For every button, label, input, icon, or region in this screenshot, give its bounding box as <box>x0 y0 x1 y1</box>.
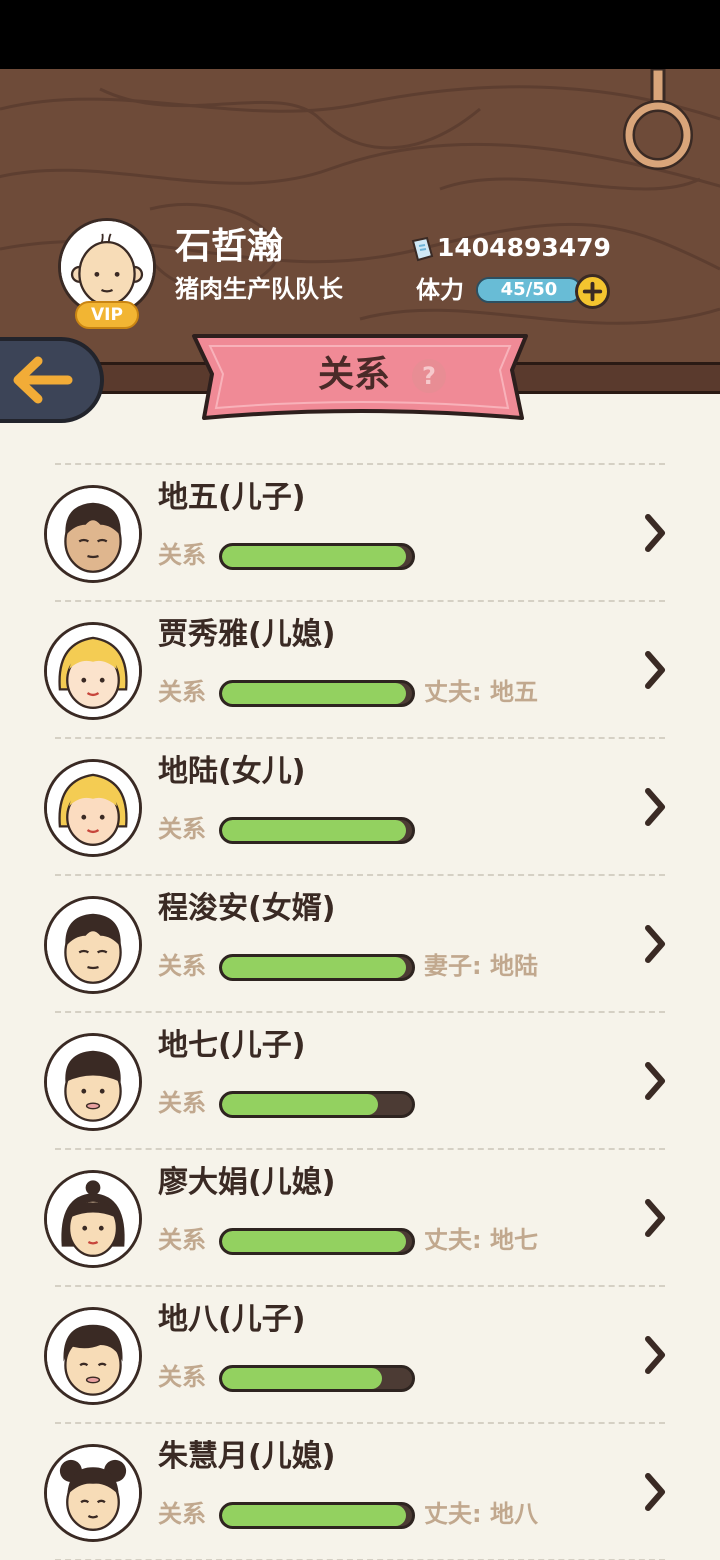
player-id: 1404893479 <box>437 233 611 262</box>
relation-label: 关系 <box>158 1500 206 1528</box>
add-stamina-button[interactable] <box>575 274 610 309</box>
list-item[interactable]: 程浚安(女婿) 关系 妻子: 地陆 <box>0 874 720 1010</box>
list-item[interactable]: 地七(儿子) 关系 <box>0 1011 720 1147</box>
blonde-woman-face-icon <box>47 625 139 717</box>
relation-fill <box>222 1368 382 1389</box>
spouse-label: 丈夫: 地七 <box>424 1226 538 1254</box>
member-avatar <box>44 1444 142 1542</box>
relation-bar <box>219 817 415 844</box>
relation-fill <box>222 1505 407 1526</box>
stamina-value: 45/50 <box>500 279 558 300</box>
relation-fill <box>222 546 407 567</box>
relation-bar <box>219 680 415 707</box>
list-item[interactable]: 地陆(女儿) 关系 <box>0 737 720 873</box>
list-item[interactable]: 地八(儿子) 关系 <box>0 1285 720 1421</box>
hanging-ring-icon <box>623 69 693 170</box>
member-avatar <box>44 1170 142 1268</box>
list-item[interactable]: 朱慧月(儿媳) 关系 丈夫: 地八 <box>0 1422 720 1558</box>
member-name: 地八(儿子) <box>158 1302 306 1337</box>
member-avatar <box>44 1033 142 1131</box>
relation-fill <box>222 683 407 704</box>
member-avatar <box>44 485 142 583</box>
vip-badge[interactable]: VIP <box>75 301 139 329</box>
member-name: 程浚安(女婿) <box>158 891 336 926</box>
relationship-screen: VIP 石哲瀚 猪肉生产队队长 1404893479 体力 45/50 关系 ? <box>0 0 720 1560</box>
ticket-icon <box>411 236 434 262</box>
relation-bar <box>219 543 415 570</box>
list-item[interactable]: 地五(儿子) 关系 <box>0 463 720 599</box>
blonde-girl-face-icon <box>47 762 139 854</box>
stamina-bar: 45/50 <box>476 277 582 303</box>
member-name: 地七(儿子) <box>158 1028 306 1063</box>
relation-fill <box>222 1094 378 1115</box>
member-name: 贾秀雅(儿媳) <box>158 617 336 652</box>
man-face-icon <box>47 1310 139 1402</box>
member-avatar <box>44 896 142 994</box>
status-bar <box>0 0 720 69</box>
relation-label: 关系 <box>158 541 206 569</box>
member-avatar <box>44 759 142 857</box>
relation-fill <box>222 957 407 978</box>
relation-bar <box>219 1228 415 1255</box>
relation-bar <box>219 1091 415 1118</box>
man-face-icon <box>47 1036 139 1128</box>
woman-face-icon <box>47 1447 139 1539</box>
page-title: 关系 <box>318 354 391 395</box>
member-avatar <box>44 1307 142 1405</box>
relation-label: 关系 <box>158 1226 206 1254</box>
chevron-right-icon[interactable] <box>640 1470 670 1514</box>
relation-label: 关系 <box>158 815 206 843</box>
chevron-right-icon[interactable] <box>640 785 670 829</box>
help-icon[interactable]: ? <box>412 359 446 393</box>
chevron-right-icon[interactable] <box>640 648 670 692</box>
chevron-right-icon[interactable] <box>640 922 670 966</box>
chevron-right-icon[interactable] <box>640 511 670 555</box>
list-item[interactable]: 廖大娟(儿媳) 关系 丈夫: 地七 <box>0 1148 720 1284</box>
player-name: 石哲瀚 <box>175 226 284 267</box>
member-avatar <box>44 622 142 720</box>
woman-face-icon <box>47 1173 139 1265</box>
chevron-right-icon[interactable] <box>640 1196 670 1240</box>
bald-baby-face-icon <box>61 221 153 313</box>
back-arrow-icon <box>13 356 73 404</box>
list-item[interactable]: 贾秀雅(儿媳) 关系 丈夫: 地五 <box>0 600 720 736</box>
relation-fill <box>222 820 407 841</box>
member-name: 朱慧月(儿媳) <box>158 1439 336 1474</box>
back-button[interactable] <box>0 337 104 423</box>
member-name: 地五(儿子) <box>158 480 306 515</box>
relation-bar <box>219 1502 415 1529</box>
relation-label: 关系 <box>158 952 206 980</box>
relation-bar <box>219 954 415 981</box>
member-name: 地陆(女儿) <box>158 754 306 789</box>
man-face-icon <box>47 488 139 580</box>
man-face-icon <box>47 899 139 991</box>
member-name: 廖大娟(儿媳) <box>158 1165 336 1200</box>
chevron-right-icon[interactable] <box>640 1333 670 1377</box>
player-title: 猪肉生产队队长 <box>175 275 343 303</box>
relation-label: 关系 <box>158 1363 206 1391</box>
relation-label: 关系 <box>158 678 206 706</box>
spouse-label: 丈夫: 地八 <box>424 1500 538 1528</box>
relation-label: 关系 <box>158 1089 206 1117</box>
relation-bar <box>219 1365 415 1392</box>
stamina-label: 体力 <box>416 276 464 304</box>
spouse-label: 丈夫: 地五 <box>424 678 538 706</box>
chevron-right-icon[interactable] <box>640 1059 670 1103</box>
relation-fill <box>222 1231 407 1252</box>
spouse-label: 妻子: 地陆 <box>424 952 538 980</box>
plus-icon <box>582 281 603 302</box>
